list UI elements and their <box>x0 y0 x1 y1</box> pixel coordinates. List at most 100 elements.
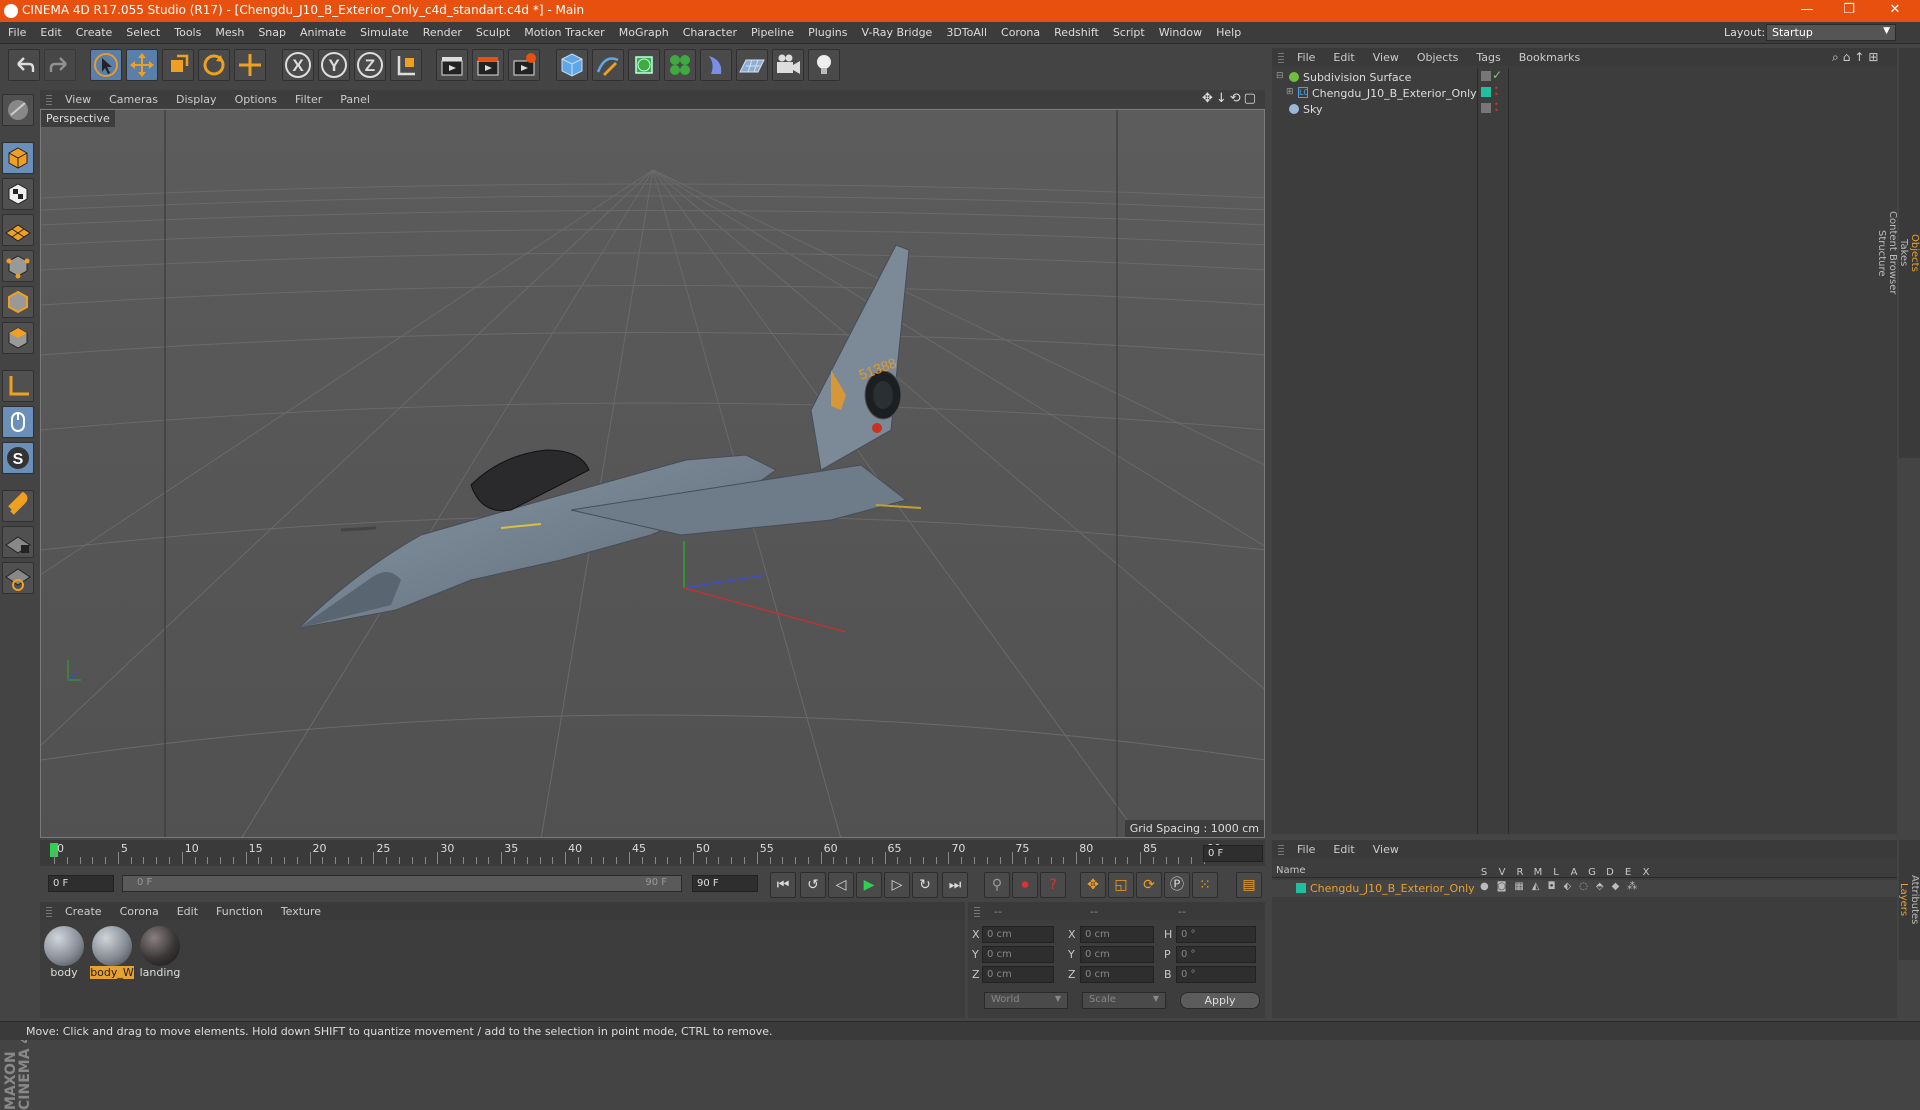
flag-view[interactable]: V <box>1493 867 1511 878</box>
coordinate-space-dropdown[interactable]: World ▼ <box>984 992 1068 1009</box>
polygons-mode-button[interactable] <box>2 322 34 354</box>
start-frame-field[interactable]: 0 F <box>48 875 114 892</box>
menu-corona[interactable]: Corona <box>993 22 1046 39</box>
layout-dropdown[interactable]: Startup ▼ <box>1766 24 1896 41</box>
rotation-b-field[interactable]: 0 ° <box>1176 966 1256 983</box>
menu-vray-bridge[interactable]: V-Ray Bridge <box>853 22 938 39</box>
flag-render[interactable]: R <box>1511 867 1529 878</box>
end-frame-field[interactable]: 90 F <box>692 875 758 892</box>
cloner-button[interactable] <box>664 49 696 81</box>
snap-button[interactable]: S <box>2 442 34 474</box>
viewport-menu-filter[interactable]: Filter <box>286 93 331 106</box>
expand-icon[interactable]: ⊞ <box>1286 87 1294 97</box>
flag-locked[interactable]: L <box>1547 867 1565 878</box>
viewport-nav-icons[interactable]: ✥↓⟲▢ <box>1202 91 1259 106</box>
render-settings-button[interactable] <box>508 49 540 81</box>
viewport-perspective[interactable]: 51388 Perspective Grid Spacing : 1000 cm <box>40 109 1265 838</box>
camera-button[interactable] <box>772 49 804 81</box>
menu-pipeline[interactable]: Pipeline <box>743 22 800 39</box>
flag-deformers[interactable]: D <box>1601 867 1619 878</box>
subdivision-surface-button[interactable] <box>628 49 660 81</box>
viewport-menu-options[interactable]: Options <box>226 93 286 106</box>
deformer-button[interactable] <box>700 49 732 81</box>
next-frame-button[interactable]: ▷ <box>884 872 910 898</box>
viewport-menu-cameras[interactable]: Cameras <box>100 93 167 106</box>
restore-button[interactable]: ❐ <box>1834 2 1864 20</box>
menu-tools[interactable]: Tools <box>166 22 207 39</box>
key-rotation-button[interactable]: ⟳ <box>1136 872 1162 898</box>
undo-button[interactable] <box>8 49 40 81</box>
floor-button[interactable] <box>736 49 768 81</box>
viewport-menu-panel[interactable]: Panel <box>331 93 379 106</box>
make-editable-button[interactable] <box>2 94 34 126</box>
menu-mograph[interactable]: MoGraph <box>611 22 675 39</box>
menu-file[interactable]: File <box>0 22 32 39</box>
expand-icon[interactable]: ⊟ <box>1276 71 1284 81</box>
z-axis-button[interactable]: Z <box>354 49 386 81</box>
flag-xref[interactable]: X <box>1637 867 1655 878</box>
material-body[interactable]: body <box>42 924 86 984</box>
menu-script[interactable]: Script <box>1105 22 1151 39</box>
menu-simulate[interactable]: Simulate <box>352 22 415 39</box>
panel-grip[interactable] <box>974 905 980 917</box>
spline-pen-button[interactable] <box>592 49 624 81</box>
record-keys-button[interactable]: ⚲ <box>984 872 1010 898</box>
timeline-ruler[interactable]: 051015202530354045505560657075808590 0 F <box>40 840 1265 866</box>
flag-expressions[interactable]: E <box>1619 867 1637 878</box>
tweak-mode-button[interactable] <box>2 406 34 438</box>
panel-grip[interactable] <box>46 93 52 105</box>
position-x-field[interactable]: 0 cm <box>982 926 1054 943</box>
menu-edit[interactable]: Edit <box>32 22 67 39</box>
keyframe-selection-button[interactable]: ? <box>1040 872 1066 898</box>
render-view-button[interactable] <box>436 49 468 81</box>
objects-menu-file[interactable]: File <box>1288 51 1324 64</box>
rotation-p-field[interactable]: 0 ° <box>1176 946 1256 963</box>
position-y-field[interactable]: 0 cm <box>982 946 1054 963</box>
close-button[interactable]: ✕ <box>1880 2 1910 20</box>
check-icon[interactable]: ✓ <box>1492 68 1502 82</box>
tab-layers[interactable]: Layers <box>1898 840 1909 960</box>
key-position-button[interactable]: ✥ <box>1080 872 1106 898</box>
size-y-field[interactable]: 0 cm <box>1080 946 1154 963</box>
workplane-lock-button[interactable] <box>2 526 34 558</box>
size-mode-dropdown[interactable]: Scale ▼ <box>1082 992 1166 1009</box>
autokey-button[interactable]: ⏺ <box>1012 872 1038 898</box>
layers-menu-view[interactable]: View <box>1364 843 1408 856</box>
menu-3dtoall[interactable]: 3DToAll <box>938 22 993 39</box>
layer-color-swatch[interactable] <box>1296 883 1306 893</box>
tab-takes[interactable]: Takes <box>1898 48 1909 458</box>
visibility-dots-icon[interactable]: • • <box>1494 85 1499 99</box>
objects-menu-edit[interactable]: Edit <box>1324 51 1363 64</box>
scale-button[interactable] <box>162 49 194 81</box>
magnet-button[interactable] <box>2 490 34 522</box>
search-icon[interactable]: ⌕⌂↑⊞ <box>1832 50 1882 65</box>
live-selection-button[interactable] <box>90 49 122 81</box>
cube-object-button[interactable] <box>556 49 588 81</box>
materials-menu-edit[interactable]: Edit <box>168 905 207 918</box>
tab-objects[interactable]: Objects <box>1909 48 1920 458</box>
menu-motion-tracker[interactable]: Motion Tracker <box>516 22 610 39</box>
visibility-dots-icon[interactable]: • • <box>1494 101 1499 115</box>
transform-button[interactable] <box>234 49 266 81</box>
workplane-align-button[interactable] <box>2 562 34 594</box>
coordinate-system-button[interactable] <box>390 49 422 81</box>
object-row-sky[interactable]: Sky • • <box>1272 100 1897 120</box>
tab-attributes[interactable]: Attributes <box>1909 840 1920 960</box>
material-body-w[interactable]: body_W <box>90 924 134 984</box>
panel-grip[interactable] <box>1278 51 1284 63</box>
redo-button[interactable] <box>44 49 76 81</box>
menu-sculpt[interactable]: Sculpt <box>468 22 516 39</box>
size-x-field[interactable]: 0 cm <box>1080 926 1154 943</box>
layers-menu-file[interactable]: File <box>1288 843 1324 856</box>
objects-menu-view[interactable]: View <box>1364 51 1408 64</box>
materials-menu-texture[interactable]: Texture <box>272 905 330 918</box>
flag-manager[interactable]: M <box>1529 867 1547 878</box>
viewport-menu-view[interactable]: View <box>56 93 100 106</box>
x-axis-button[interactable]: X <box>282 49 314 81</box>
points-mode-button[interactable] <box>2 250 34 282</box>
model-mode-button[interactable] <box>2 142 34 174</box>
timeline-button[interactable]: ▤ <box>1236 872 1262 898</box>
rotate-button[interactable] <box>198 49 230 81</box>
layer-tag-icon[interactable] <box>1481 71 1491 81</box>
menu-character[interactable]: Character <box>675 22 743 39</box>
